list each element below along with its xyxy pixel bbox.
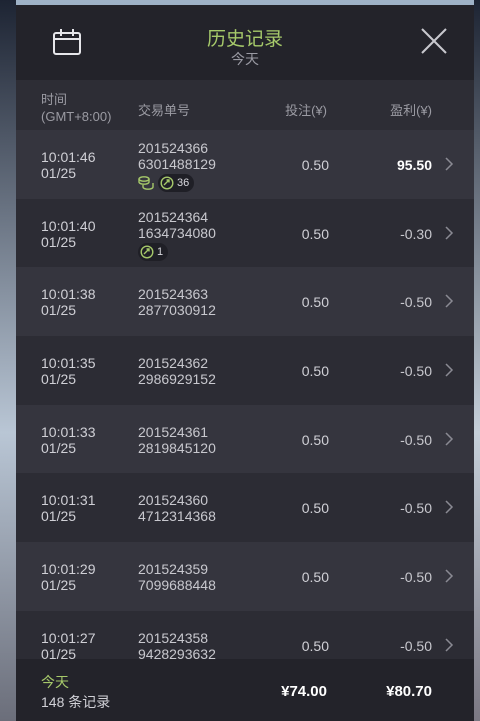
table-row[interactable]: 10:01:40 01/25 201524364 1634734080 1 0.… xyxy=(16,198,474,268)
background-left xyxy=(0,0,16,721)
row-time: 10:01:29 xyxy=(41,561,96,578)
close-icon[interactable] xyxy=(420,27,448,55)
free-spin-count: 36 xyxy=(177,177,190,189)
chevron-right-icon xyxy=(445,226,454,240)
history-list: 10:01:46 01/25 201524366 6301488129 36 0… xyxy=(16,130,474,680)
chevron-right-icon xyxy=(445,294,454,308)
row-bet: 0.50 xyxy=(301,363,329,380)
coins-icon xyxy=(138,176,154,190)
row-order-id: 201524366 xyxy=(138,140,209,156)
row-order-id: 201524363 xyxy=(138,286,209,303)
row-time: 10:01:33 xyxy=(41,423,96,440)
row-time: 10:01:27 xyxy=(41,629,96,646)
row-order-id-2: 7099688448 xyxy=(138,577,216,594)
row-order-id: 201524358 xyxy=(138,629,209,646)
row-profit: -0.50 xyxy=(400,431,432,448)
row-badges: 36 xyxy=(138,174,216,192)
table-row[interactable]: 10:01:35 01/25 201524362 2986929152 0.50… xyxy=(16,336,474,405)
free-spin-badge: 36 xyxy=(158,174,195,192)
row-bet: 0.50 xyxy=(301,569,329,586)
row-badges: 1 xyxy=(138,242,216,261)
row-time: 10:01:31 xyxy=(41,492,96,509)
row-date: 01/25 xyxy=(41,165,77,181)
row-bet: 0.50 xyxy=(301,500,329,517)
page-subtitle: 今天 xyxy=(231,51,259,67)
row-profit: -0.50 xyxy=(400,500,432,517)
row-time: 10:01:38 xyxy=(41,286,96,303)
col-profit-label: 盈利(¥) xyxy=(390,103,432,118)
free-spin-icon xyxy=(140,245,154,259)
free-spin-count: 1 xyxy=(157,245,164,258)
summary-footer: 今天 148 条记录 ¥74.00 ¥80.70 xyxy=(16,659,474,721)
row-order-id-2: 2819845120 xyxy=(138,439,216,456)
chevron-right-icon xyxy=(445,569,454,583)
row-order-id-2: 1634734080 xyxy=(138,224,216,241)
chevron-right-icon xyxy=(445,363,454,377)
row-date: 01/25 xyxy=(41,508,77,525)
col-timezone-label: (GMT+8:00) xyxy=(41,109,112,124)
footer-period: 今天 xyxy=(41,674,69,690)
row-date: 01/25 xyxy=(41,577,77,594)
chevron-right-icon xyxy=(445,157,454,171)
col-time-label: 时间 xyxy=(41,92,68,107)
page-title: 历史记录 xyxy=(206,29,283,50)
row-order-id: 201524359 xyxy=(138,561,209,578)
col-order-label: 交易单号 xyxy=(138,103,191,118)
row-profit: -0.30 xyxy=(400,225,432,242)
chevron-right-icon xyxy=(445,432,454,446)
row-bet: 0.50 xyxy=(301,294,329,311)
column-header: 时间 (GMT+8:00) 交易单号 投注(¥) 盈利(¥) xyxy=(16,80,474,130)
row-order-id: 201524360 xyxy=(138,492,209,509)
row-bet: 0.50 xyxy=(301,637,329,654)
row-order-id-2: 2877030912 xyxy=(138,302,216,319)
table-row[interactable]: 10:01:38 01/25 201524363 2877030912 0.50… xyxy=(16,267,474,337)
row-date: 01/25 xyxy=(41,371,77,388)
table-row[interactable]: 10:01:46 01/25 201524366 6301488129 36 0… xyxy=(16,130,474,199)
row-profit: -0.50 xyxy=(400,569,432,586)
row-date: 01/25 xyxy=(41,233,77,250)
footer-total-profit: ¥80.70 xyxy=(386,683,432,700)
free-spin-icon xyxy=(160,176,174,190)
row-bet: 0.50 xyxy=(301,157,329,173)
footer-total-bet: ¥74.00 xyxy=(281,683,327,700)
history-panel: 历史记录 今天 时间 (GMT+8:00) 交易单号 投注(¥) 盈利(¥) 1… xyxy=(16,5,474,721)
table-row[interactable]: 10:01:29 01/25 201524359 7099688448 0.50… xyxy=(16,542,474,611)
footer-record-count: 148 条记录 xyxy=(41,694,111,710)
row-bet: 0.50 xyxy=(301,431,329,448)
row-time: 10:01:40 xyxy=(41,217,96,234)
row-order-id-2: 4712314368 xyxy=(138,508,216,525)
row-order-id-2: 2986929152 xyxy=(138,371,216,388)
row-profit: -0.50 xyxy=(400,363,432,380)
header: 历史记录 今天 xyxy=(16,5,474,80)
row-order-id: 201524361 xyxy=(138,423,209,440)
chevron-right-icon xyxy=(445,638,454,652)
background-right xyxy=(474,0,480,721)
row-profit: 95.50 xyxy=(396,157,432,173)
col-bet-label: 投注(¥) xyxy=(285,103,327,118)
row-time: 10:01:35 xyxy=(41,355,96,372)
row-date: 01/25 xyxy=(41,302,77,319)
chevron-right-icon xyxy=(445,500,454,514)
free-spin-badge: 1 xyxy=(138,242,169,261)
row-order-id: 201524362 xyxy=(138,355,209,372)
row-order-id-2: 6301488129 xyxy=(138,156,216,172)
row-order-id: 201524364 xyxy=(138,208,209,225)
row-profit: -0.50 xyxy=(400,294,432,311)
row-bet: 0.50 xyxy=(301,225,329,242)
row-time: 10:01:46 xyxy=(41,149,96,165)
row-profit: -0.50 xyxy=(400,637,432,654)
row-date: 01/25 xyxy=(41,439,77,456)
table-row[interactable]: 10:01:33 01/25 201524361 2819845120 0.50… xyxy=(16,404,474,474)
table-row[interactable]: 10:01:31 01/25 201524360 4712314368 0.50… xyxy=(16,473,474,543)
